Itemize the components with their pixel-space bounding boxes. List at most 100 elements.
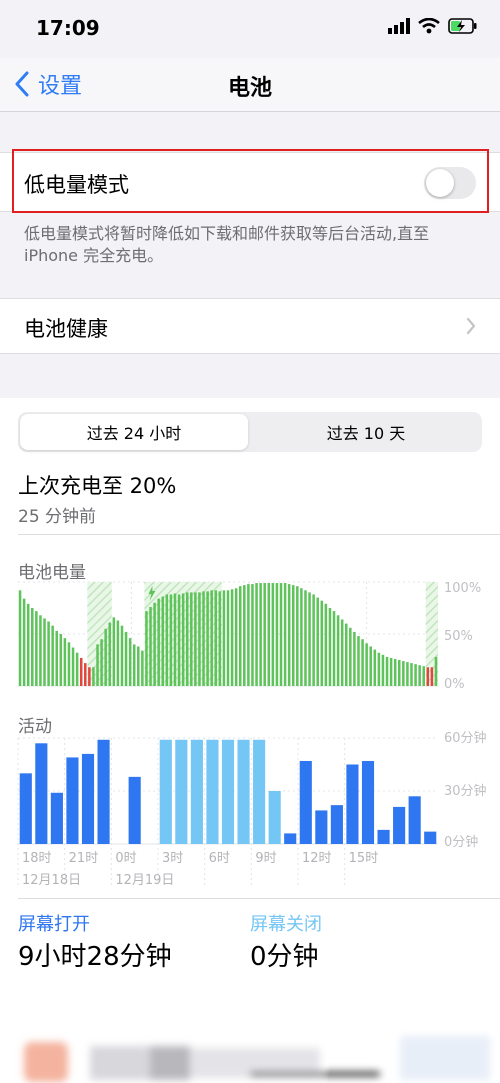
battery-level-bar: [287, 584, 291, 686]
blurred-app-row-graphic: [0, 1006, 500, 1083]
x-tick-label: 18时: [22, 851, 52, 866]
battery-level-bar: [149, 606, 152, 686]
battery-level-bar: [316, 597, 319, 686]
battery-level-bar: [92, 667, 95, 686]
battery-level-bar: [26, 603, 30, 686]
battery-level-bar: [39, 615, 42, 686]
battery-level-bar: [198, 592, 201, 686]
battery-level-bar: [132, 644, 136, 686]
activity-bar: [128, 776, 141, 844]
battery-level-chart: 100% 50% 0%: [18, 581, 481, 692]
battery-level-bar: [169, 594, 173, 686]
battery-level-bar: [324, 603, 328, 686]
battery-level-bar: [96, 644, 99, 686]
battery-level-bar: [365, 643, 368, 686]
x-tick-label: 21时: [69, 851, 99, 866]
battery-level-bar: [353, 631, 356, 686]
battery-level-bar: [434, 656, 438, 686]
activity-bar: [393, 806, 406, 844]
battery-charging-icon: [448, 18, 477, 34]
battery-level-bar: [75, 652, 79, 686]
app-list-row[interactable]: [0, 1006, 500, 1083]
activity-bar: [206, 739, 219, 844]
battery-level-bar: [218, 591, 222, 686]
battery-level-bar: [141, 650, 144, 686]
status-icons: [388, 18, 478, 34]
battery-level-bar: [406, 662, 409, 686]
activity-bar: [237, 739, 250, 844]
battery-level-bar: [291, 585, 295, 686]
battery-level-bar: [414, 664, 417, 686]
battery-level-bar: [251, 584, 254, 686]
screen-on-value: 9小时28分钟: [18, 942, 172, 972]
activity-bar: [299, 760, 312, 844]
activity-bar: [19, 773, 32, 844]
battery-level-bar: [275, 583, 279, 686]
battery-level-bar: [63, 638, 67, 686]
battery-level-bar: [389, 657, 393, 686]
battery-level-bar: [35, 611, 38, 686]
battery-level-bar: [71, 647, 75, 686]
activity-bar: [268, 791, 281, 844]
activity-bar: [361, 760, 375, 844]
cellular-signal-icon: [388, 18, 410, 34]
battery-level-bar: [304, 590, 307, 686]
activity-chart: 18时 21时 0时 3时 6时 9时 12时 15时 12月18日 12月19日 60分钟 30分钟…: [17, 730, 487, 888]
battery-level-bar: [361, 639, 364, 686]
activity-bar: [253, 739, 266, 844]
battery-level-bar: [369, 646, 372, 686]
last-charge-title: 上次充电至 20%: [18, 474, 177, 498]
battery-level-bar: [51, 625, 54, 686]
battery-level-bar: [296, 586, 299, 686]
navigation-bar: 设置 电池: [0, 58, 500, 112]
battery-level-bar: [43, 618, 46, 686]
battery-level-bar: [112, 617, 116, 686]
battery-level-bar: [120, 625, 124, 686]
activity-bar: [50, 792, 63, 844]
battery-usage-panel: 过去 24 小时 过去 10 天 上次充电至 20% 25 分钟前 电池电量 1…: [0, 398, 500, 1083]
battery-level-bar: [100, 639, 103, 686]
chevron-right-icon: [466, 317, 476, 335]
battery-level-bar: [145, 611, 148, 686]
battery-level-bar: [426, 667, 430, 686]
battery-level-bar: [279, 583, 283, 686]
battery-level-bar: [344, 623, 348, 686]
battery-level-bar: [214, 590, 218, 686]
activity-bar: [346, 764, 359, 844]
activity-bar: [190, 739, 203, 844]
battery-level-bar: [283, 583, 287, 686]
activity-bar: [66, 757, 79, 844]
battery-level-bar: [124, 631, 128, 686]
battery-level-bar: [67, 642, 71, 686]
wifi-icon: [418, 18, 440, 34]
battery-level-bar: [349, 627, 352, 686]
battery-health-label: 电池健康: [24, 317, 108, 341]
screen-on-label: 屏幕打开: [18, 914, 90, 935]
segment-last-24-hours[interactable]: 过去 24 小时: [20, 414, 248, 450]
battery-level-bar: [177, 594, 181, 686]
date-label: 12月18日: [22, 873, 81, 888]
x-tick-label: 12时: [302, 851, 332, 866]
battery-level-bar: [59, 634, 63, 686]
battery-level-bar: [271, 583, 275, 686]
battery-health-row[interactable]: 电池健康: [0, 298, 500, 354]
charging-period: [87, 582, 112, 686]
divider: [18, 898, 500, 899]
battery-level-bar: [263, 583, 266, 686]
y-tick-label: 0分钟: [444, 834, 478, 850]
battery-level-bar: [381, 654, 385, 686]
battery-level-bar: [55, 630, 59, 686]
battery-level-bar: [190, 592, 193, 686]
battery-level-bar: [18, 590, 22, 686]
low-power-mode-note: 低电量模式将暂时降低如下载和邮件获取等后台活动,直至 iPhone 完全充电。: [24, 224, 430, 265]
activity-bar: [159, 739, 172, 844]
status-bar: 17:09: [0, 0, 500, 58]
battery-level-bar: [397, 660, 401, 686]
page-title: 电池: [227, 76, 272, 101]
highlight-box: [12, 149, 489, 213]
battery-level-bar: [157, 598, 160, 686]
battery-level-bar: [402, 661, 405, 686]
battery-level-bar: [418, 665, 421, 686]
battery-level-bar: [267, 583, 271, 686]
segment-last-10-days[interactable]: 过去 10 天: [252, 414, 480, 450]
